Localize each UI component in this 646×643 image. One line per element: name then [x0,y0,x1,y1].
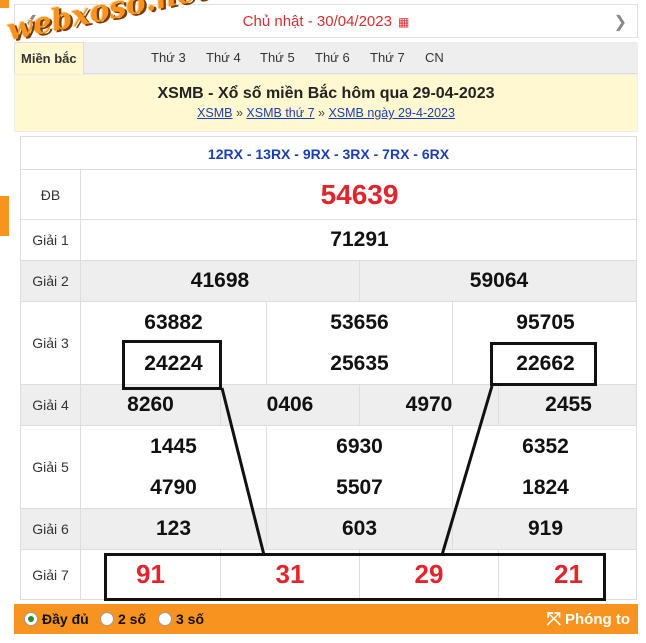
option-2-so[interactable]: 2 số [100,611,146,627]
zoom-label: Phóng to [565,611,630,628]
annotation-lines [220,385,494,556]
zoom-button[interactable]: ⤧ Phóng to [547,609,630,630]
option-day-du[interactable]: Đầy đủ [24,611,89,627]
radio-icon[interactable] [24,612,38,626]
display-options-bar: Đầy đủ 2 số 3 số ⤧ Phóng to [14,604,638,634]
page: ❮ Chủ nhật - 30/04/2023 ▦ ❯ Miền bắc Thứ … [0,0,646,643]
expand-icon: ⤧ [546,609,562,629]
option-label: 2 số [118,611,147,627]
radio-icon[interactable] [158,612,172,626]
option-3-so[interactable]: 3 số [158,611,204,627]
option-label: Đầy đủ [42,611,89,627]
option-label: 3 số [176,611,205,627]
radio-icon[interactable] [100,612,114,626]
annotation-line [220,387,266,556]
annotation-line [440,385,494,556]
